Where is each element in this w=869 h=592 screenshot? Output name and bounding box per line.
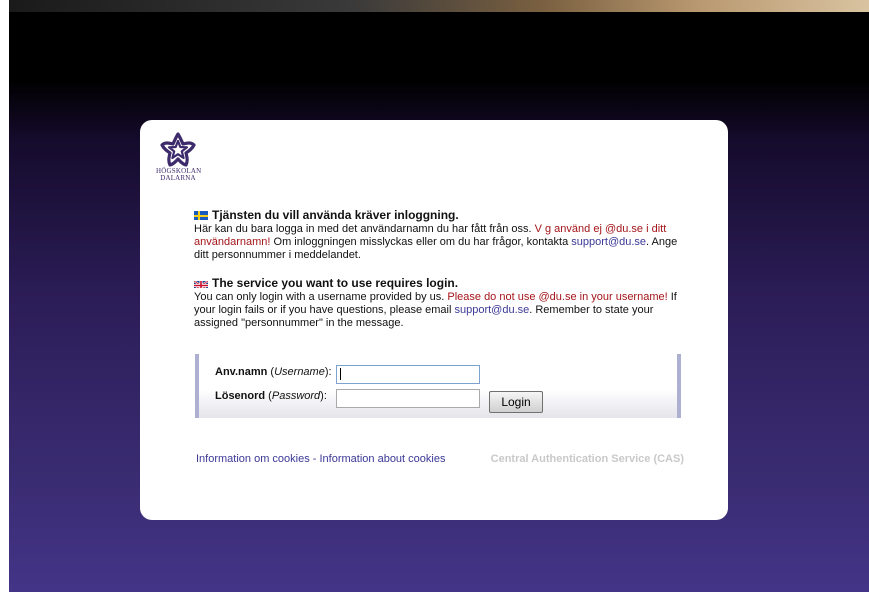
english-message: The service you want to use requires log… [194,276,684,330]
english-heading: The service you want to use requires log… [194,276,684,290]
top-banner-strip [9,0,869,12]
swedish-message: Tjänsten du vill använda kräver inloggni… [194,208,684,262]
username-label-en: Username [274,366,325,378]
login-panel: HÖGSKOLAN DALARNA Tjänsten du vill använ… [140,120,728,520]
star-flower-icon [160,132,196,167]
swedish-text-1: Här kan du bara logga in med det använda… [194,223,535,235]
username-input[interactable] [336,365,480,384]
swedish-flag-icon [194,211,208,220]
logo-text-line-2: DALARNA [160,174,196,182]
cas-label: Central Authentication Service (CAS) [490,453,684,465]
cookies-info-sv-link[interactable]: Information om cookies [196,453,310,465]
login-form: Anv.namn (Username): Lösenord (Password)… [195,354,681,418]
english-warning: Please do not use @du.se in your usernam… [447,291,668,303]
hogskolan-dalarna-logo: HÖGSKOLAN DALARNA [156,132,206,202]
cookie-links-separator: - [309,453,320,465]
username-label-sv: Anv.namn [215,366,268,378]
english-heading-text: The service you want to use requires log… [212,276,459,290]
cookie-links: Information om cookies - Information abo… [196,453,445,465]
swedish-text-2: Om inloggningen misslyckas eller om du h… [270,236,572,248]
page-background: HÖGSKOLAN DALARNA Tjänsten du vill använ… [9,0,869,592]
login-button[interactable]: Login [489,391,543,413]
password-input[interactable] [336,389,480,408]
cookies-info-en-link[interactable]: Information about cookies [320,453,446,465]
swedish-heading-text: Tjänsten du vill använda kräver inloggni… [212,208,459,222]
swedish-support-email-link[interactable]: support@du.se [571,236,646,248]
password-label-en: Password [271,390,321,402]
uk-flag-icon [194,279,208,288]
password-label: Lösenord (Password): [215,390,327,402]
password-label-sv: Lösenord [215,390,266,402]
english-support-email-link[interactable]: support@du.se [454,304,529,316]
swedish-heading: Tjänsten du vill använda kräver inloggni… [194,208,684,222]
username-label: Anv.namn (Username): [215,366,332,378]
english-text-1: You can only login with a username provi… [194,291,448,303]
